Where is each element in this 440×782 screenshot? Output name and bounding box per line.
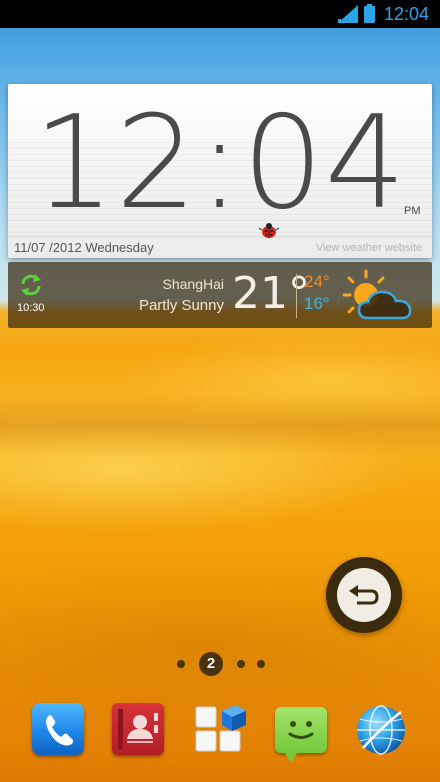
page-dot-1[interactable] [177,660,185,668]
clock-widget[interactable]: 12:04 PM 11/07 /2012 Wednesday View weat… [8,84,432,258]
page-dot-current[interactable]: 2 [199,652,223,676]
back-arrow-icon [349,585,379,605]
contacts-book-icon [118,709,158,749]
clock-date: 11/07 /2012 Wednesday [14,240,154,255]
page-dot-3[interactable] [237,660,245,668]
signal-bars-icon [338,5,358,23]
page-dot-4[interactable] [257,660,265,668]
weather-updated-time: 10:30 [17,302,45,314]
partly-sunny-icon [342,269,412,320]
messaging-app-icon[interactable] [275,707,327,763]
clock-time: 12:04 [33,89,407,238]
floating-back-button[interactable] [326,557,402,633]
weather-city: ShangHai [162,276,225,292]
clock-ampm: PM [404,205,421,217]
weather-low: 16° [304,294,330,313]
status-bar: 12:04 [0,0,440,28]
app-drawer-grid-icon [195,705,246,752]
battery-icon [364,4,375,23]
weather-condition: Partly Sunny [138,297,224,314]
page-indicator: 2 [0,652,440,676]
status-bar-time: 12:04 [384,4,430,24]
weather-widget[interactable]: 10:30 ShangHai Partly Sunny 21° 24° 16° [8,262,432,328]
refresh-icon[interactable] [18,272,44,298]
weather-high: 24° [304,272,330,291]
floating-button-face [337,568,391,622]
phone-app-icon[interactable] [32,703,84,755]
clock-divider [8,236,432,237]
sms-icon [285,721,314,763]
weather-separator [296,274,297,318]
globe-icon [357,705,405,755]
browser-app-icon[interactable] [355,704,407,756]
ladybug-icon [259,223,279,238]
weather-website-link[interactable]: View weather website [316,242,422,254]
phone-icon [46,715,74,746]
app-drawer-icon[interactable] [194,703,246,755]
weather-temperature: 21° [232,268,310,319]
contacts-app-icon[interactable] [112,703,164,755]
